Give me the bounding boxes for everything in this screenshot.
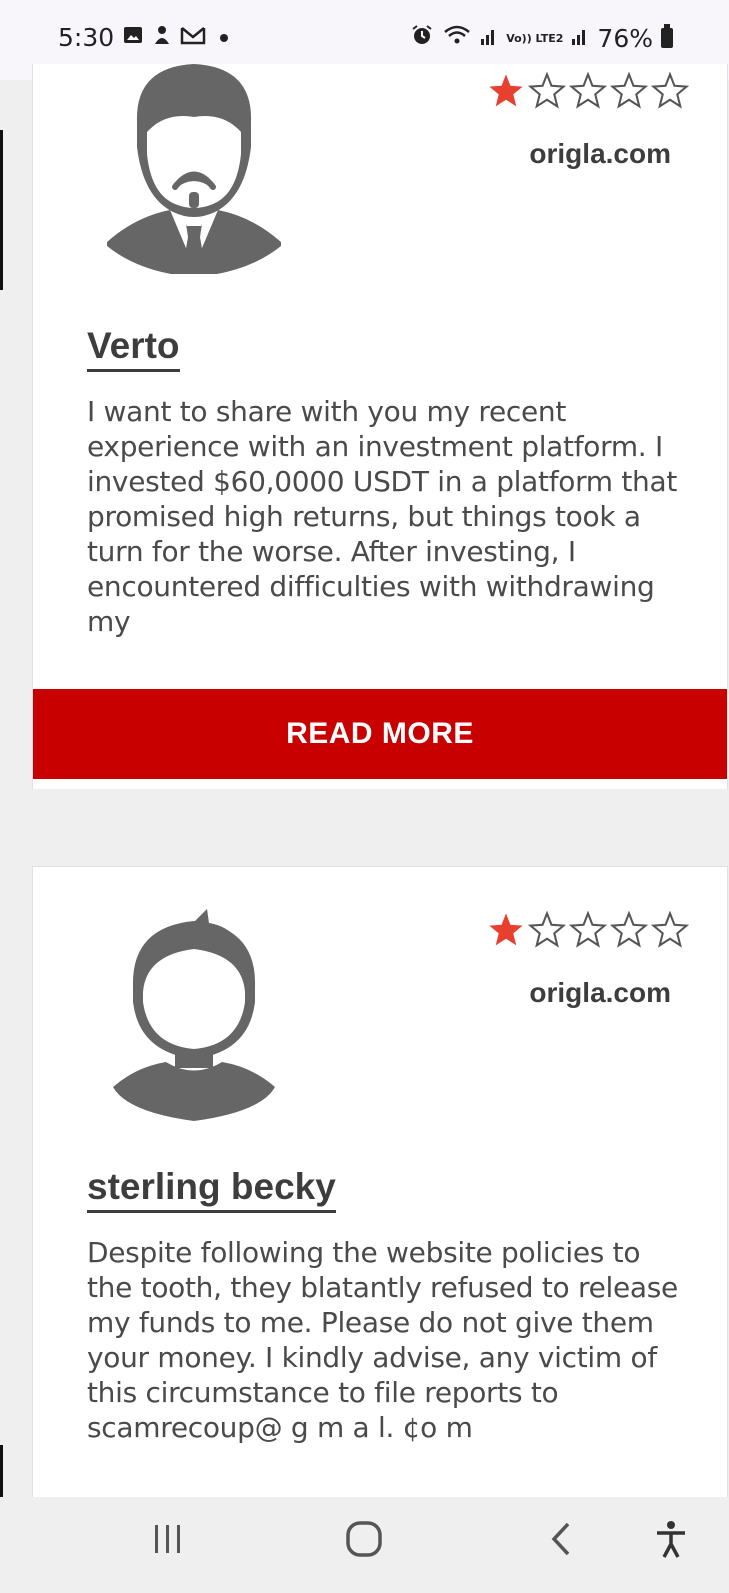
review-card: origla.com Verto I want to share with yo…: [32, 64, 728, 789]
star-empty-icon: [651, 911, 689, 948]
edge-shadow: [0, 130, 3, 290]
star-empty-icon: [651, 72, 689, 109]
review-text: Despite following the website policies t…: [87, 1236, 678, 1444]
home-icon[interactable]: [344, 1517, 386, 1566]
read-more-button[interactable]: READ MORE: [33, 689, 727, 779]
gmail-icon: [180, 24, 206, 52]
accessibility-icon[interactable]: [653, 1517, 689, 1566]
status-left: 5:30: [58, 23, 229, 52]
review-text: I want to share with you my recent exper…: [87, 395, 678, 638]
star-empty-icon: [528, 911, 566, 948]
notification-dot: [220, 33, 229, 42]
review-card: origla.com sterling becky Despite follow…: [32, 866, 728, 1497]
star-empty-icon: [569, 911, 607, 948]
battery-icon: [661, 24, 673, 48]
review-site: origla.com: [529, 138, 671, 169]
battery-percent: 76%: [597, 23, 653, 53]
star-empty-icon: [610, 911, 648, 948]
status-time: 5:30: [58, 23, 115, 52]
star-empty-icon: [610, 72, 648, 109]
signal-icon: [480, 24, 498, 52]
star-empty-icon: [528, 72, 566, 109]
navigation-bar: [0, 1497, 729, 1593]
star-rating: [487, 72, 689, 110]
man-with-beard-and-tie-avatar: [105, 62, 283, 287]
star-empty-icon: [569, 72, 607, 109]
star-rating: [487, 911, 689, 949]
volte-lte2-icon: Vo)) LTE2: [506, 31, 564, 45]
signal-icon-2: [571, 24, 589, 52]
wifi-icon: [442, 23, 472, 53]
alarm-icon: [410, 23, 434, 53]
person-icon: [152, 24, 172, 52]
recent-apps-icon[interactable]: [150, 1517, 186, 1566]
star-filled-icon: [489, 74, 523, 107]
image-icon: [122, 24, 144, 52]
status-right: Vo)) LTE2 76%: [410, 23, 673, 53]
man-with-quiff-avatar: [111, 907, 277, 1128]
review-site: origla.com: [529, 977, 671, 1008]
reviewer-name[interactable]: Verto: [87, 326, 180, 372]
reviewer-name[interactable]: sterling becky: [87, 1167, 336, 1213]
back-icon[interactable]: [546, 1517, 576, 1566]
star-filled-icon: [489, 913, 523, 946]
